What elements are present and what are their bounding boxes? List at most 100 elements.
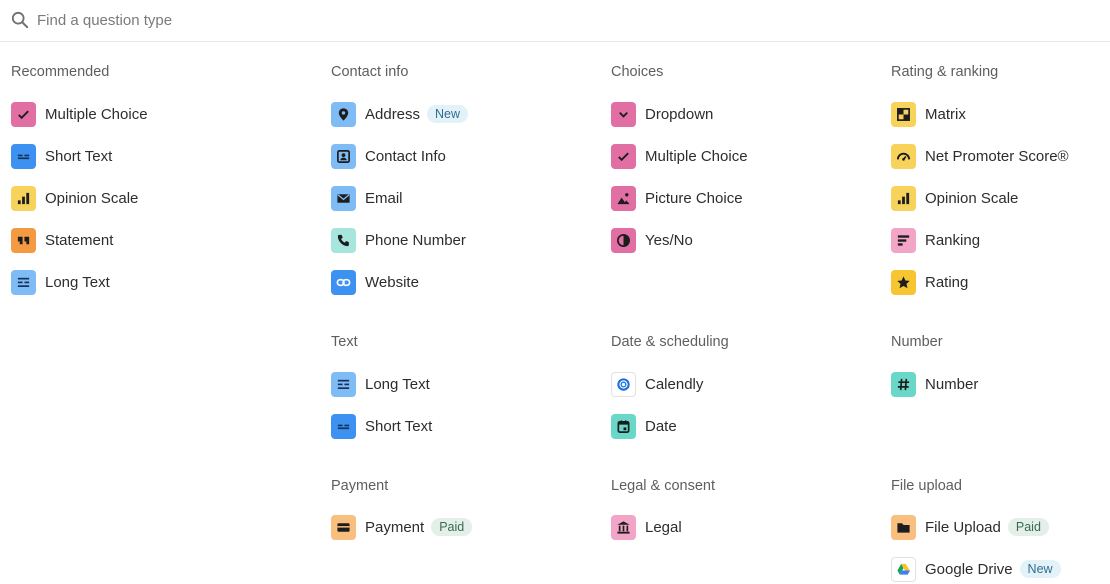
long-text-icon (331, 371, 356, 397)
item-label: Calendly (645, 375, 704, 393)
item-google-drive[interactable]: Google Drive New (891, 554, 1061, 584)
item-label: Legal (645, 518, 682, 536)
search-icon (11, 11, 29, 29)
gauge-icon (891, 143, 916, 169)
google-drive-icon (891, 556, 916, 582)
item-label: Payment (365, 518, 425, 536)
calendly-logo-icon (611, 371, 636, 397)
section-title-contact-info: Contact info (331, 64, 409, 80)
item-label: Long Text (365, 375, 430, 393)
item-opinion-scale-2[interactable]: Opinion Scale (891, 183, 1018, 213)
paid-badge: Paid (431, 518, 473, 536)
picture-icon (611, 185, 636, 211)
item-picture-choice[interactable]: Picture Choice (611, 183, 743, 213)
contact-card-icon (331, 143, 356, 169)
item-label: Email (365, 189, 403, 207)
location-pin-icon (331, 101, 356, 127)
item-label: Net Promoter Score® (925, 147, 1069, 165)
item-opinion-scale[interactable]: Opinion Scale (11, 183, 138, 213)
credit-card-icon (331, 514, 356, 540)
item-file-upload[interactable]: File Upload Paid (891, 512, 1049, 542)
item-label: Phone Number (365, 231, 466, 249)
section-title-rating-ranking: Rating & ranking (891, 64, 999, 80)
item-long-text-2[interactable]: Long Text (331, 369, 430, 399)
item-label: Ranking (925, 231, 981, 249)
half-circle-icon (611, 227, 636, 253)
item-calendly[interactable]: Calendly (611, 369, 703, 399)
bar-chart-icon (891, 185, 916, 211)
checkmark-icon (611, 143, 636, 169)
long-text-icon (11, 269, 36, 295)
item-multiple-choice-2[interactable]: Multiple Choice (611, 141, 748, 171)
short-text-icon (331, 413, 356, 439)
section-title-date-scheduling: Date & scheduling (611, 334, 729, 350)
item-multiple-choice[interactable]: Multiple Choice (11, 99, 148, 129)
item-yes-no[interactable]: Yes/No (611, 225, 693, 255)
search-bar (0, 0, 1110, 42)
item-label: Website (365, 273, 419, 291)
item-label: File Upload (925, 518, 1001, 536)
link-icon (331, 269, 356, 295)
bar-chart-icon (11, 185, 36, 211)
quote-icon (11, 227, 36, 253)
item-contact-info[interactable]: Contact Info (331, 141, 446, 171)
section-title-recommended: Recommended (11, 64, 110, 80)
item-payment[interactable]: Payment Paid (331, 512, 473, 542)
phone-icon (331, 227, 356, 253)
matrix-icon (891, 101, 916, 127)
item-ranking[interactable]: Ranking (891, 225, 980, 255)
item-email[interactable]: Email (331, 183, 403, 213)
item-label: Long Text (45, 273, 110, 291)
paid-badge: Paid (1007, 518, 1049, 536)
item-label: Opinion Scale (925, 189, 1019, 207)
item-rating[interactable]: Rating (891, 267, 968, 297)
section-title-choices: Choices (611, 64, 664, 80)
star-icon (891, 269, 916, 295)
item-label: Date (645, 417, 677, 435)
hash-icon (891, 371, 916, 397)
item-label: Short Text (365, 417, 433, 435)
item-label: Multiple Choice (45, 105, 148, 123)
item-label: Short Text (45, 147, 113, 165)
item-label: Yes/No (645, 231, 693, 249)
item-short-text-2[interactable]: Short Text (331, 411, 432, 441)
item-website[interactable]: Website (331, 267, 419, 297)
item-short-text[interactable]: Short Text (11, 141, 112, 171)
item-label: Matrix (925, 105, 966, 123)
ranking-icon (891, 227, 916, 253)
item-date[interactable]: Date (611, 411, 677, 441)
envelope-icon (331, 185, 356, 211)
item-label: Opinion Scale (45, 189, 139, 207)
new-badge: New (1019, 560, 1061, 578)
chevron-down-icon (611, 101, 636, 127)
item-label: Dropdown (645, 105, 714, 123)
short-text-icon (11, 143, 36, 169)
new-badge: New (427, 105, 469, 123)
item-number[interactable]: Number (891, 369, 978, 399)
item-matrix[interactable]: Matrix (891, 99, 966, 129)
item-net-promoter-score[interactable]: Net Promoter Score® (891, 141, 1069, 171)
item-long-text[interactable]: Long Text (11, 267, 110, 297)
calendar-icon (611, 413, 636, 439)
section-title-payment: Payment (331, 478, 389, 494)
folder-icon (891, 514, 916, 540)
item-label: Contact Info (365, 147, 446, 165)
item-label: Rating (925, 273, 969, 291)
item-legal[interactable]: Legal (611, 512, 682, 542)
courthouse-icon (611, 514, 636, 540)
section-title-legal-consent: Legal & consent (611, 478, 715, 494)
item-label: Address (365, 105, 421, 123)
item-label: Picture Choice (645, 189, 743, 207)
item-statement[interactable]: Statement (11, 225, 113, 255)
checkmark-icon (11, 101, 36, 127)
item-label: Multiple Choice (645, 147, 748, 165)
item-label: Google Drive (925, 560, 1013, 578)
item-dropdown[interactable]: Dropdown (611, 99, 713, 129)
search-input[interactable] (37, 9, 437, 31)
item-phone-number[interactable]: Phone Number (331, 225, 466, 255)
item-address[interactable]: Address New (331, 99, 469, 129)
item-label: Statement (45, 231, 114, 249)
section-title-number: Number (891, 334, 943, 350)
section-title-text: Text (331, 334, 358, 350)
item-label: Number (925, 375, 979, 393)
